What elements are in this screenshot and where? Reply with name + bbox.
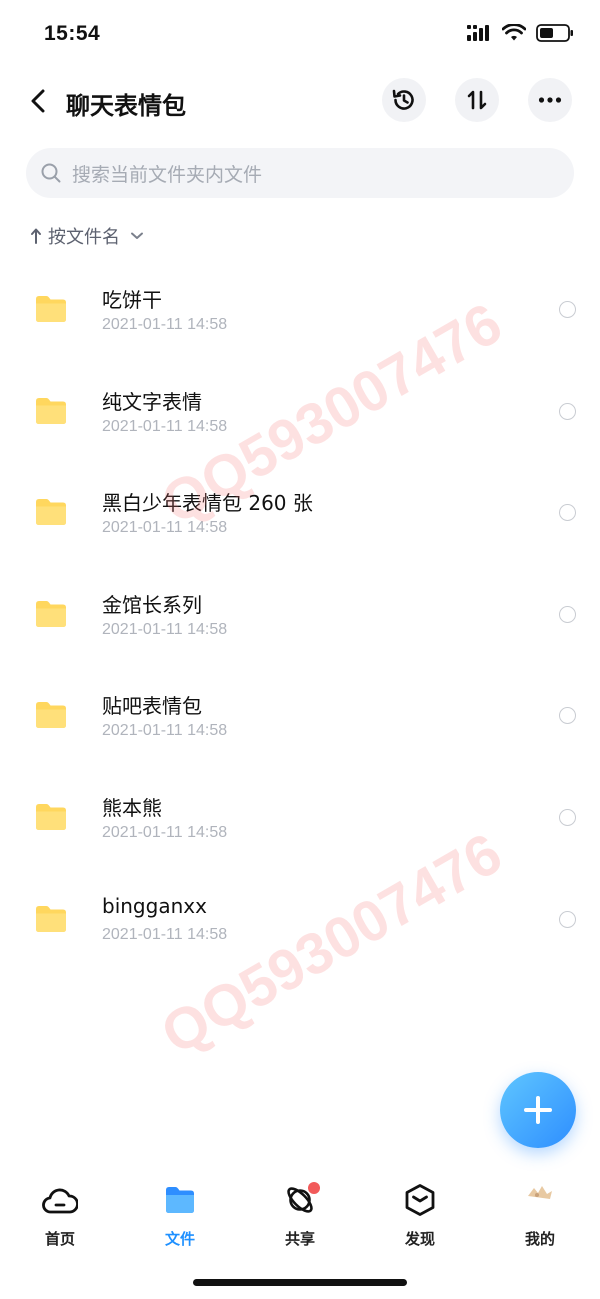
list-item[interactable]: 吃饼干 2021-01-11 14:58 [0, 258, 600, 360]
list-item[interactable]: 金馆长系列 2021-01-11 14:58 [0, 563, 600, 665]
tab-label: 我的 [524, 1230, 555, 1248]
tab-mine[interactable]: 我的 [480, 1180, 600, 1250]
status-time: 15:54 [44, 22, 101, 45]
folder-icon [36, 803, 66, 830]
file-date: 2021-01-11 14:58 [102, 519, 228, 537]
file-date: 2021-01-11 14:58 [102, 620, 228, 638]
history-icon [392, 89, 414, 110]
more-button[interactable] [528, 78, 572, 122]
file-date: 2021-01-11 14:58 [102, 722, 228, 740]
folder-icon [36, 905, 66, 932]
select-radio[interactable] [559, 605, 576, 623]
search-placeholder: 搜索当前文件夹内文件 [72, 163, 263, 186]
file-name: 熊本熊 [102, 795, 162, 820]
tab-label: 文件 [164, 1230, 195, 1248]
plus-icon [524, 1096, 552, 1124]
file-name: 贴吧表情包 [102, 694, 202, 719]
file-date: 2021-01-11 14:58 [102, 417, 228, 435]
search-icon [41, 163, 61, 183]
avatar-icon [520, 1180, 560, 1220]
transfer-button[interactable] [455, 78, 499, 122]
file-date: 2021-01-11 14:58 [102, 823, 228, 841]
file-name: 黑白少年表情包 260 张 [102, 491, 313, 516]
tab-discover[interactable]: 发现 [360, 1180, 480, 1250]
nav-bar: 聊天表情包 [0, 78, 600, 124]
tab-label: 共享 [284, 1230, 315, 1248]
select-radio[interactable] [559, 504, 576, 522]
file-date: 2021-01-11 14:58 [102, 925, 228, 943]
file-name: 金馆长系列 [102, 592, 202, 617]
list-item[interactable]: bingganxx 2021-01-11 14:58 [0, 868, 600, 970]
tab-label: 发现 [404, 1230, 435, 1248]
tab-home[interactable]: 首页 [0, 1180, 120, 1250]
list-item[interactable]: 黑白少年表情包 260 张 2021-01-11 14:58 [0, 461, 600, 563]
add-button[interactable] [500, 1072, 576, 1148]
list-item[interactable]: 贴吧表情包 2021-01-11 14:58 [0, 664, 600, 766]
chevron-left-icon [31, 89, 45, 113]
list-item[interactable]: 纯文字表情 2021-01-11 14:58 [0, 360, 600, 462]
file-name: 吃饼干 [102, 288, 162, 312]
file-name: bingganxx [102, 893, 207, 918]
select-radio[interactable] [559, 402, 576, 420]
file-name: 纯文字表情 [102, 389, 202, 414]
folder-icon [36, 296, 66, 322]
battery-icon [536, 24, 573, 42]
history-button[interactable] [382, 78, 426, 122]
select-radio[interactable] [559, 910, 576, 928]
file-list: 吃饼干 2021-01-11 14:58 纯文字表情 2021-01-11 14… [0, 258, 600, 969]
page-title: 聊天表情包 [66, 92, 186, 120]
sort-selector[interactable]: 按文件名 [30, 222, 144, 250]
tab-share[interactable]: 共享 [240, 1180, 360, 1250]
select-radio[interactable] [559, 301, 576, 318]
chevron-down-icon [131, 232, 143, 239]
arrow-up-icon [31, 228, 41, 244]
status-icons [466, 24, 574, 42]
tab-files[interactable]: 文件 [120, 1180, 240, 1250]
back-button[interactable] [24, 86, 52, 116]
sort-label: 按文件名 [48, 227, 120, 248]
folder-icon [36, 702, 66, 729]
tab-label: 首页 [44, 1230, 75, 1248]
signal-icon [467, 25, 489, 41]
search-input[interactable]: 搜索当前文件夹内文件 [26, 148, 574, 198]
share-badge [308, 1182, 320, 1194]
folder-icon [36, 499, 66, 526]
folder-icon [36, 600, 66, 627]
home-cloud-icon [40, 1180, 80, 1220]
transfer-icon [467, 90, 487, 110]
folder-icon [160, 1180, 200, 1220]
list-item[interactable]: 熊本熊 2021-01-11 14:58 [0, 766, 600, 868]
select-radio[interactable] [559, 707, 576, 725]
tab-bar: 首页 文件 共享 发现 我的 [0, 1180, 600, 1260]
folder-icon [36, 397, 66, 424]
file-date: 2021-01-11 14:58 [102, 316, 228, 333]
status-bar: 15:54 [0, 0, 600, 72]
discover-box-icon [400, 1180, 440, 1220]
home-indicator[interactable] [193, 1279, 407, 1286]
select-radio[interactable] [559, 808, 576, 826]
wifi-icon [502, 24, 526, 41]
share-orbit-icon [280, 1180, 320, 1220]
more-icon [538, 97, 562, 103]
